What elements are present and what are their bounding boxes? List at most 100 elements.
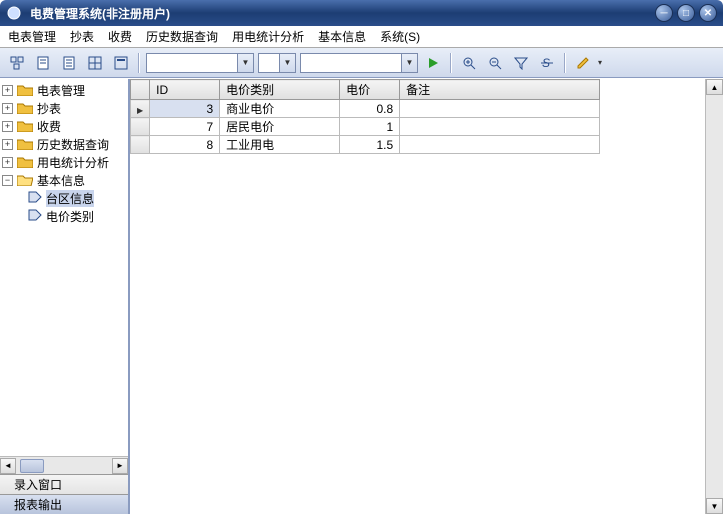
tree-label: 电价类别 [46, 208, 94, 225]
edit-icon[interactable] [572, 52, 594, 74]
toolbar: ▼ ▼ ▼ S ▾ [0, 48, 723, 78]
collapse-icon[interactable]: − [2, 175, 13, 186]
window-controls: ─ □ ✕ [655, 4, 717, 22]
window-title: 电费管理系统(非注册用户) [30, 5, 170, 22]
sidebar-tab-report[interactable]: 报表输出 [0, 494, 128, 514]
menu-basic[interactable]: 基本信息 [318, 28, 366, 45]
scroll-track[interactable] [706, 95, 723, 498]
title-bar: 电费管理系统(非注册用户) ─ □ ✕ [0, 0, 723, 26]
cell-price[interactable]: 1 [340, 118, 400, 136]
col-id[interactable]: ID [150, 80, 220, 100]
tool-form-icon[interactable] [110, 52, 132, 74]
search-field-input[interactable] [147, 54, 237, 72]
tree-node-history[interactable]: + 历史数据查询 [0, 135, 128, 153]
scroll-right-icon[interactable]: ► [112, 458, 128, 474]
cell-id[interactable]: 8 [150, 136, 220, 154]
tool-doc2-icon[interactable] [58, 52, 80, 74]
sidebar-tab-label: 录入窗口 [14, 476, 62, 493]
menu-history[interactable]: 历史数据查询 [146, 28, 218, 45]
tree-node-fee[interactable]: + 收费 [0, 117, 128, 135]
expand-icon[interactable]: + [2, 103, 13, 114]
tree-label: 历史数据查询 [37, 136, 109, 153]
col-note[interactable]: 备注 [400, 80, 600, 100]
zoom-in-icon[interactable] [458, 52, 480, 74]
tree-node-stats[interactable]: + 用电统计分析 [0, 153, 128, 171]
search-value-combo[interactable]: ▼ [300, 53, 418, 73]
col-category[interactable]: 电价类别 [220, 80, 340, 100]
tree-node-area-info[interactable]: 台区信息 [0, 189, 128, 207]
tree-label: 台区信息 [46, 190, 94, 207]
chevron-down-icon[interactable]: ▼ [279, 54, 295, 72]
cell-note[interactable] [400, 136, 600, 154]
close-button[interactable]: ✕ [699, 4, 717, 22]
scroll-left-icon[interactable]: ◄ [0, 458, 16, 474]
expand-icon[interactable]: + [2, 85, 13, 96]
tree-label: 电表管理 [37, 82, 85, 99]
menu-bar: 电表管理 抄表 收费 历史数据查询 用电统计分析 基本信息 系统(S) [0, 26, 723, 48]
tree-label: 基本信息 [37, 172, 85, 189]
col-price[interactable]: 电价 [340, 80, 400, 100]
filter-icon[interactable] [510, 52, 532, 74]
cell-category[interactable]: 居民电价 [220, 118, 340, 136]
row-indicator [131, 136, 150, 154]
cell-price[interactable]: 1.5 [340, 136, 400, 154]
zoom-out-icon[interactable] [484, 52, 506, 74]
tool-tree-icon[interactable] [6, 52, 28, 74]
tag-icon [28, 209, 42, 223]
scroll-up-icon[interactable]: ▲ [706, 79, 723, 95]
content-vscroll[interactable]: ▲ ▼ [705, 79, 723, 514]
row-indicator-icon [131, 100, 150, 118]
toolbar-sep [564, 53, 566, 73]
expand-icon[interactable]: + [2, 157, 13, 168]
cell-price[interactable]: 0.8 [340, 100, 400, 118]
strike-icon[interactable]: S [536, 52, 558, 74]
folder-icon [17, 84, 33, 96]
data-grid: ID 电价类别 电价 备注 3 商业电价 0.8 7 居民电价 1 [130, 79, 705, 514]
toolbar-sep [138, 53, 140, 73]
tool-doc1-icon[interactable] [32, 52, 54, 74]
run-search-button[interactable] [422, 52, 444, 74]
table-row[interactable]: 7 居民电价 1 [131, 118, 600, 136]
cell-note[interactable] [400, 100, 600, 118]
tree-node-meter[interactable]: + 电表管理 [0, 81, 128, 99]
chevron-down-icon[interactable]: ▼ [237, 54, 253, 72]
scroll-thumb[interactable] [20, 459, 44, 473]
tree-label: 收费 [37, 118, 61, 135]
menu-reading[interactable]: 抄表 [70, 28, 94, 45]
folder-icon [17, 138, 33, 150]
content-area: ID 电价类别 电价 备注 3 商业电价 0.8 7 居民电价 1 [130, 79, 723, 514]
main-area: + 电表管理 + 抄表 + 收费 + 历史数据查询 + 用电统计分析 − 基本信息 台区信息… [0, 78, 723, 514]
menu-fee[interactable]: 收费 [108, 28, 132, 45]
search-op-input[interactable] [259, 54, 279, 72]
expand-icon[interactable]: + [2, 139, 13, 150]
menu-meter[interactable]: 电表管理 [8, 28, 56, 45]
cell-category[interactable]: 工业用电 [220, 136, 340, 154]
minimize-button[interactable]: ─ [655, 4, 673, 22]
cell-id[interactable]: 3 [150, 100, 220, 118]
sidebar-hscroll[interactable]: ◄ ► [0, 456, 128, 474]
cell-note[interactable] [400, 118, 600, 136]
tag-icon [28, 191, 42, 205]
scroll-down-icon[interactable]: ▼ [706, 498, 723, 514]
row-indicator [131, 118, 150, 136]
expand-icon[interactable]: + [2, 121, 13, 132]
table-row[interactable]: 3 商业电价 0.8 [131, 100, 600, 118]
tree-node-price-type[interactable]: 电价类别 [0, 207, 128, 225]
menu-stats[interactable]: 用电统计分析 [232, 28, 304, 45]
search-field-combo[interactable]: ▼ [146, 53, 254, 73]
tree-node-reading[interactable]: + 抄表 [0, 99, 128, 117]
cell-category[interactable]: 商业电价 [220, 100, 340, 118]
maximize-button[interactable]: □ [677, 4, 695, 22]
chevron-down-icon[interactable]: ▼ [401, 54, 417, 72]
sidebar-tab-input[interactable]: 录入窗口 [0, 474, 128, 494]
table-row[interactable]: 8 工业用电 1.5 [131, 136, 600, 154]
tree-label: 抄表 [37, 100, 61, 117]
search-op-combo[interactable]: ▼ [258, 53, 296, 73]
tree-label: 用电统计分析 [37, 154, 109, 171]
search-value-input[interactable] [301, 54, 401, 72]
app-icon [6, 5, 22, 21]
menu-system[interactable]: 系统(S) [380, 28, 420, 45]
tree-node-basic[interactable]: − 基本信息 [0, 171, 128, 189]
cell-id[interactable]: 7 [150, 118, 220, 136]
tool-grid-icon[interactable] [84, 52, 106, 74]
